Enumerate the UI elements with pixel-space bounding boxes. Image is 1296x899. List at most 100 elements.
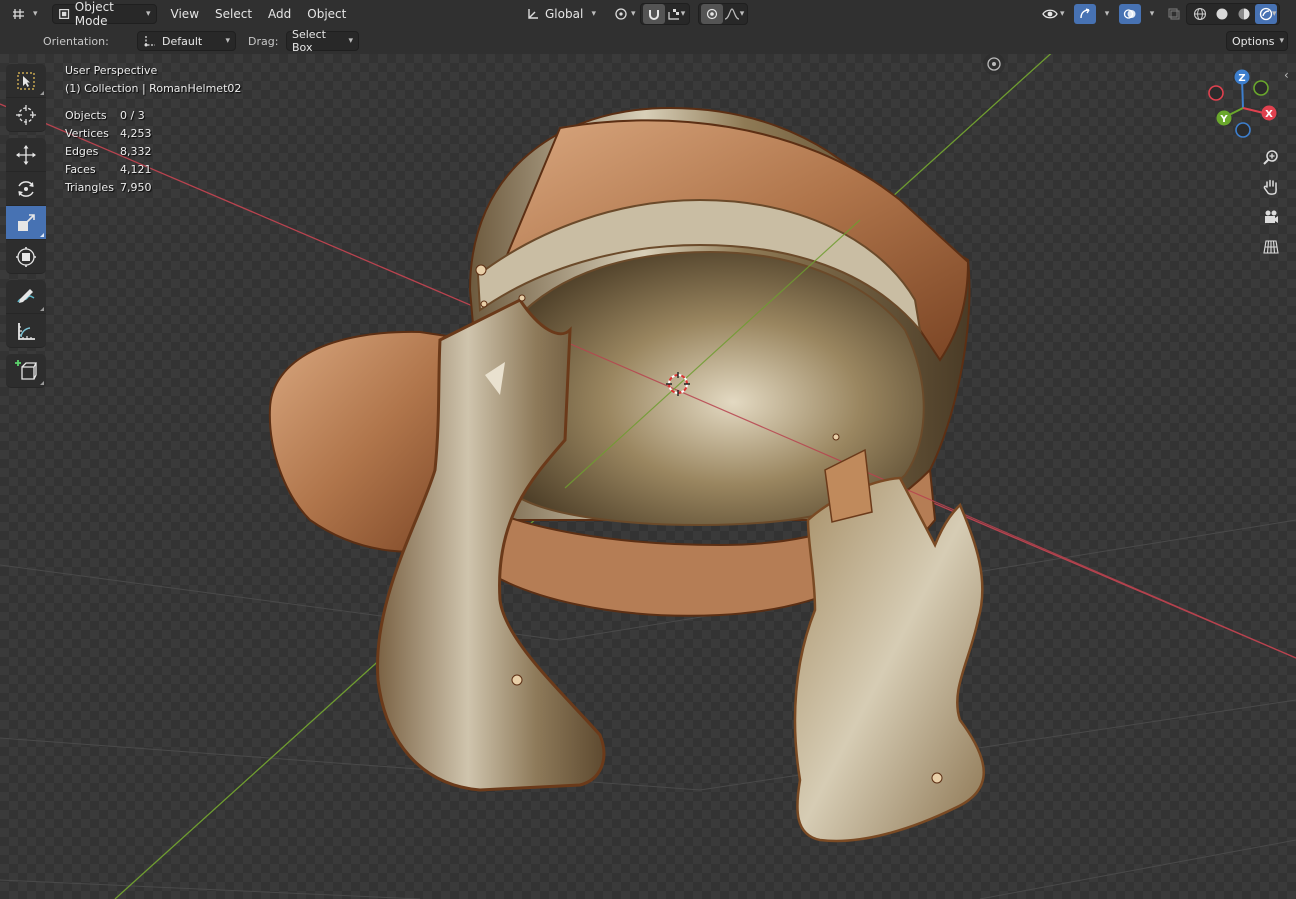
gizmo-y-label: Y [1219, 114, 1228, 125]
orientation-label: Orientation: [43, 34, 109, 48]
falloff-dropdown[interactable]: ▾ [723, 4, 745, 24]
menu-select[interactable]: Select [207, 3, 260, 25]
shading-wireframe[interactable] [1189, 4, 1211, 24]
stat-label: Edges [65, 145, 99, 158]
camera-lock-icon[interactable] [983, 54, 1005, 75]
tool-variants-indicator [40, 91, 44, 95]
menu-view[interactable]: View [163, 3, 207, 25]
drag-label: Drag: [248, 34, 279, 48]
gizmo-icon [1080, 8, 1090, 19]
pan-view-button[interactable] [1258, 174, 1284, 200]
tool-variants-indicator [40, 233, 44, 237]
snap-target-dropdown[interactable]: ▾ [665, 4, 687, 24]
wireframe-sphere-icon [1193, 7, 1207, 21]
add-cube-icon [15, 359, 38, 380]
chevron-down-icon: ▾ [348, 36, 353, 46]
chevron-down-icon: ▾ [225, 36, 230, 46]
chevron-down-icon: ▾ [1272, 9, 1277, 19]
pivot-point-button[interactable]: ▾ [607, 3, 642, 25]
menu-add[interactable]: Add [260, 3, 299, 25]
mode-label: Object Mode [74, 0, 114, 28]
options-dropdown[interactable]: Options ▾ [1226, 31, 1288, 51]
drag-dropdown[interactable]: Select Box ▾ [286, 28, 359, 54]
transform-orientation-dropdown[interactable]: Global ▾ [521, 4, 601, 24]
header-menus: View Select Add Object [163, 3, 355, 25]
tool-select-box[interactable] [6, 64, 46, 98]
zoom-view-button[interactable] [1258, 144, 1284, 170]
stat-row: Triangles 7,950 [65, 179, 152, 197]
stat-value: 0 / 3 [120, 109, 145, 122]
gizmo-group: ▾ [1072, 3, 1120, 25]
proportional-edit-group: ▾ [698, 3, 748, 25]
tool-rotate[interactable] [6, 172, 46, 206]
grid-perspective-icon [1263, 240, 1279, 254]
chevron-down-icon: ▾ [1104, 9, 1110, 19]
tool-scale[interactable] [6, 206, 46, 240]
cursor-icon [16, 104, 36, 125]
tool-shelf [6, 64, 48, 388]
gizmo-dropdown[interactable]: ▾ [1096, 4, 1118, 24]
snap-increment-icon [668, 9, 679, 20]
overlay-dropdown[interactable]: ▾ [1141, 4, 1163, 24]
collection-line: (1) Collection | RomanHelmet02 [65, 82, 242, 95]
proportional-edit-icon [706, 8, 718, 20]
gizmo-z-label: Z [1238, 73, 1245, 84]
tool-measure[interactable] [6, 314, 46, 348]
falloff-curve-icon [724, 8, 739, 20]
shading-solid[interactable] [1211, 4, 1233, 24]
select-box-icon [17, 71, 35, 90]
tool-cursor[interactable] [6, 98, 46, 132]
stat-row: Faces 4,121 [65, 161, 152, 179]
tool-add-cube[interactable] [6, 354, 46, 388]
tool-move[interactable] [6, 138, 46, 172]
tool-settings-bar: Orientation: Default ▾ Drag: Select Box … [0, 28, 1296, 54]
tool-variants-indicator [40, 307, 44, 311]
move-icon [16, 144, 36, 165]
stat-value: 4,253 [120, 127, 152, 140]
overlay-group: ▾ [1117, 3, 1165, 25]
stat-row: Vertices 4,253 [65, 125, 152, 143]
3d-viewport[interactable]: Z Y X ‹ User Perspective (1) Collection … [0, 54, 1296, 899]
stat-label: Objects [65, 109, 107, 122]
ortho-toggle-button[interactable] [1258, 234, 1284, 260]
stat-row: Edges 8,332 [65, 143, 152, 161]
viewport-header: ▾ Object Mode ▾ View Select Add Object G… [0, 0, 1296, 28]
navigation-gizmo[interactable]: Z Y X [1200, 68, 1290, 148]
editor-type-button[interactable]: ▾ [6, 3, 44, 25]
zoom-icon [1263, 150, 1278, 165]
gizmo-x-label: X [1265, 109, 1273, 120]
shading-options-dropdown[interactable]: ▾ [1266, 3, 1283, 25]
stat-row: Objects 0 / 3 [65, 107, 152, 125]
hand-icon [1263, 179, 1277, 195]
eye-icon [1042, 9, 1058, 19]
tool-annotate[interactable] [6, 280, 46, 314]
camera-icon [1265, 210, 1278, 223]
sidebar-toggle-arrow[interactable]: ‹ [1284, 68, 1289, 82]
measure-icon [18, 322, 35, 340]
viewport-info: User Perspective (1) Collection | RomanH… [65, 62, 241, 98]
scene-render [0, 54, 1296, 899]
chevron-down-icon: ▾ [1149, 9, 1155, 19]
visibility-dropdown[interactable]: ▾ [1036, 3, 1071, 25]
overlay-icon [1123, 9, 1136, 19]
chevron-down-icon: ▾ [739, 9, 745, 19]
object-mode-icon [58, 9, 69, 19]
stat-value: 8,332 [120, 145, 152, 158]
orientation-dropdown[interactable]: Default ▾ [137, 31, 236, 51]
proportional-edit-toggle[interactable] [701, 4, 723, 24]
chevron-down-icon: ▾ [33, 9, 38, 19]
rotate-icon [18, 180, 34, 197]
gizmo-toggle[interactable] [1074, 4, 1096, 24]
camera-view-button[interactable] [1258, 204, 1284, 230]
viewport-stats: Objects 0 / 3 Vertices 4,253 Edges 8,332 Fa… [65, 107, 152, 197]
tool-transform[interactable] [6, 240, 46, 274]
shading-material[interactable] [1233, 4, 1255, 24]
menu-object[interactable]: Object [299, 3, 354, 25]
overlay-toggle[interactable] [1119, 4, 1141, 24]
chevron-down-icon: ▾ [146, 9, 151, 19]
xray-toggle[interactable] [1163, 4, 1185, 24]
mode-dropdown[interactable]: Object Mode ▾ [51, 0, 157, 28]
chevron-down-icon: ▾ [680, 9, 686, 19]
snap-toggle[interactable] [643, 4, 665, 24]
xray-icon [1168, 8, 1180, 20]
